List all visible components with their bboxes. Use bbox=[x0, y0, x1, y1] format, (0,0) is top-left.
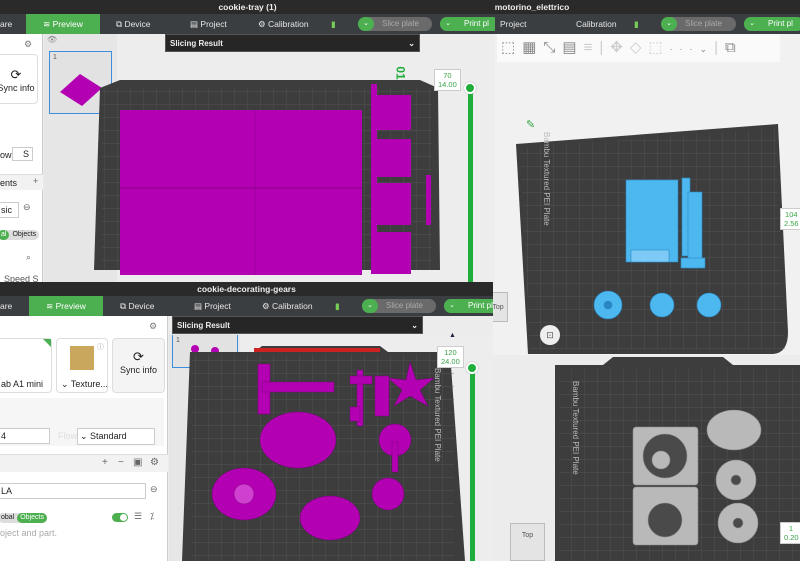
arrange-icon[interactable]: ⤡ bbox=[543, 39, 562, 56]
window-title: _motorino_elettrico bbox=[488, 0, 800, 14]
layer-top-label: 120 24.00 bbox=[437, 346, 464, 368]
add-plate-icon[interactable]: ▦ bbox=[522, 39, 543, 56]
move-icon[interactable]: ✥ bbox=[610, 39, 630, 56]
window-motorino: _motorino_elettrico Project Calibration … bbox=[488, 0, 800, 355]
plate-label: Bambu Textured PEI Plate bbox=[542, 132, 551, 226]
add-cube-icon[interactable]: ⬚ bbox=[501, 39, 522, 56]
back-viewport[interactable]: Bambu Textured PEI Plate 1 0.20 Top bbox=[493, 355, 800, 561]
object-toolbar: ⬚▦⤡▤≡|✥◇⬚···⌄|⧉ bbox=[497, 34, 780, 62]
slice-plate-button[interactable]: ⌄ Slice plate bbox=[661, 17, 736, 31]
layer-top-label: 70 14.00 bbox=[434, 69, 461, 91]
tab-project[interactable]: Project bbox=[500, 14, 526, 34]
slicing-result-panel[interactable]: Slicing Result ⌄ bbox=[172, 316, 423, 334]
chevron-down-icon: ⌄ bbox=[661, 17, 677, 31]
collapse-icon: ⌄ bbox=[411, 321, 418, 330]
assembly-icon[interactable]: ⧉ bbox=[725, 39, 743, 56]
top-toolbar: Project Calibration ▮ ⌄ Slice plate ⌄ Prin… bbox=[488, 14, 800, 34]
print-plate-button[interactable]: ⌄ Print pl bbox=[744, 17, 800, 31]
layer-arrow-icon: ▲ bbox=[449, 332, 456, 339]
layer-slider[interactable] bbox=[468, 90, 473, 285]
collapse-icon: ⌄ bbox=[408, 39, 415, 48]
slicing-result-panel[interactable]: Slicing Result ⌄ bbox=[165, 34, 420, 52]
window-cookie-tray: cookie-tray (1) are ≋ Preview ⧉ Device ▤… bbox=[0, 0, 495, 285]
rotate-icon[interactable]: ◇ bbox=[630, 39, 649, 56]
gray-parts bbox=[632, 409, 762, 546]
layout-icon[interactable]: ▮ bbox=[634, 14, 639, 34]
window-cookie-decorating-gears: cookie-decorating-gears are ≋ Preview ⧉ … bbox=[0, 282, 493, 561]
plate-marker: 01 bbox=[393, 66, 408, 80]
more-icon[interactable]: ···⌄ bbox=[670, 44, 715, 54]
layer-slider-handle[interactable] bbox=[466, 362, 478, 374]
list-icon[interactable]: ≡ bbox=[584, 39, 600, 56]
fit-view-icon[interactable]: ⊡ bbox=[540, 325, 560, 345]
view-cube[interactable]: Top bbox=[510, 523, 545, 561]
layer-top-label: 104 2.56 bbox=[780, 208, 800, 230]
plate-label: Bambu Textured PEI Plate bbox=[571, 381, 580, 475]
tab-calibration[interactable]: Calibration bbox=[576, 14, 617, 34]
scale-icon[interactable]: ⬚ bbox=[648, 39, 669, 56]
layer-slider[interactable] bbox=[470, 370, 475, 561]
build-plate-motorino bbox=[516, 124, 788, 354]
chevron-down-icon: ⌄ bbox=[744, 17, 760, 31]
plate-label: Bambu Textured PEI Plate bbox=[433, 368, 442, 462]
layer-bottom-label: 1 0.20 bbox=[780, 522, 800, 544]
layout-icon[interactable]: ▤ bbox=[562, 39, 583, 56]
layer-slider-handle[interactable] bbox=[464, 82, 476, 94]
